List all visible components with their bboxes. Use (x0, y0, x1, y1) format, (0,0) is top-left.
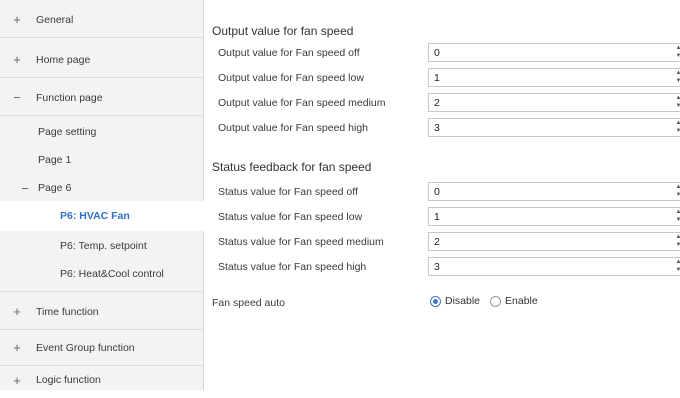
spinner[interactable]: ▲ ▼ (674, 209, 680, 224)
sidebar-item-label: Page 6 (38, 182, 72, 194)
field-label: Status value for Fan speed high (218, 261, 367, 273)
sidebar-item-label: P6: Temp. setpoint (60, 240, 147, 252)
spinner[interactable]: ▲ ▼ (674, 234, 680, 249)
field-label: Status value for Fan speed low (218, 211, 363, 223)
output-low-input[interactable]: 1 ▲ ▼ (428, 68, 680, 87)
field-label: Status value for Fan speed medium (218, 236, 384, 248)
sidebar-item-function-page[interactable]: − Function page (0, 80, 203, 116)
status-section-title: Status feedback for fan speed (212, 160, 372, 174)
fan-speed-auto-radio-group: Disable Enable (430, 295, 548, 307)
expand-icon[interactable]: + (12, 53, 22, 66)
radio-disable[interactable] (430, 295, 441, 307)
expand-icon[interactable]: + (12, 341, 22, 354)
sidebar-item-label: P6: HVAC Fan (60, 210, 130, 222)
sidebar-item-label: General (36, 13, 74, 26)
output-row-low: Output value for Fan speed low 1 ▲ ▼ (212, 66, 680, 90)
field-value[interactable]: 2 (429, 97, 680, 109)
collapse-icon[interactable]: − (12, 91, 22, 104)
sidebar-item-p6-hvac-fan[interactable]: P6: HVAC Fan (0, 201, 205, 231)
sidebar-item-general[interactable]: + General (0, 2, 203, 38)
spinner[interactable]: ▲ ▼ (674, 120, 680, 135)
spin-down-icon[interactable]: ▼ (676, 103, 680, 110)
output-medium-input[interactable]: 2 ▲ ▼ (428, 93, 680, 112)
expand-icon[interactable]: + (12, 13, 22, 26)
status-medium-input[interactable]: 2 ▲ ▼ (428, 232, 680, 251)
spinner[interactable]: ▲ ▼ (674, 70, 680, 85)
spin-up-icon[interactable]: ▲ (676, 95, 680, 102)
spin-up-icon[interactable]: ▲ (676, 70, 680, 77)
sidebar-item-label: Page setting (38, 126, 97, 138)
field-value[interactable]: 1 (429, 72, 680, 84)
output-row-off: Output value for Fan speed off 0 ▲ ▼ (212, 41, 680, 65)
spinner[interactable]: ▲ ▼ (674, 45, 680, 60)
spin-down-icon[interactable]: ▼ (676, 53, 680, 60)
status-low-input[interactable]: 1 ▲ ▼ (428, 207, 680, 226)
fan-speed-auto-label: Fan speed auto (212, 297, 285, 309)
sidebar: + General + Home page − Function page Pa… (0, 0, 205, 390)
sidebar-item-label: P6: Heat&Cool control (60, 267, 164, 280)
spin-down-icon[interactable]: ▼ (676, 267, 680, 274)
radio-disable-label[interactable]: Disable (445, 295, 480, 307)
sidebar-item-label: Event Group function (36, 341, 135, 354)
spin-up-icon[interactable]: ▲ (676, 184, 680, 191)
expand-icon[interactable]: + (12, 305, 22, 318)
spin-up-icon[interactable]: ▲ (676, 259, 680, 266)
sidebar-item-logic-function[interactable]: + Logic function (0, 362, 203, 398)
sidebar-item-home-page[interactable]: + Home page (0, 42, 203, 78)
field-value[interactable]: 3 (429, 122, 680, 134)
sidebar-item-p6-heat-cool-control[interactable]: P6: Heat&Cool control (0, 256, 203, 292)
sidebar-item-label: Logic function (36, 374, 101, 386)
sidebar-item-label: Function page (36, 91, 103, 104)
spinner[interactable]: ▲ ▼ (674, 259, 680, 274)
field-value[interactable]: 2 (429, 236, 680, 248)
spinner[interactable]: ▲ ▼ (674, 95, 680, 110)
field-label: Output value for Fan speed low (218, 72, 364, 84)
status-row-high: Status value for Fan speed high 3 ▲ ▼ (212, 255, 680, 279)
radio-enable-label[interactable]: Enable (505, 295, 538, 307)
fan-speed-auto-row: Fan speed auto Disable Enable (212, 291, 680, 315)
output-section-title: Output value for fan speed (212, 24, 354, 38)
output-off-input[interactable]: 0 ▲ ▼ (428, 43, 680, 62)
status-off-input[interactable]: 0 ▲ ▼ (428, 182, 680, 201)
field-label: Status value for Fan speed off (218, 186, 358, 198)
field-label: Output value for Fan speed high (218, 122, 369, 134)
field-value[interactable]: 1 (429, 211, 680, 223)
sidebar-item-label: Time function (36, 305, 99, 318)
output-row-high: Output value for Fan speed high 3 ▲ ▼ (212, 116, 680, 140)
output-row-medium: Output value for Fan speed medium 2 ▲ ▼ (212, 91, 680, 115)
field-value[interactable]: 3 (429, 261, 680, 273)
field-value[interactable]: 0 (429, 47, 680, 59)
spin-up-icon[interactable]: ▲ (676, 45, 680, 52)
sidebar-item-event-group-function[interactable]: + Event Group function (0, 330, 203, 366)
field-value[interactable]: 0 (429, 186, 680, 198)
status-row-off: Status value for Fan speed off 0 ▲ ▼ (212, 180, 680, 204)
status-high-input[interactable]: 3 ▲ ▼ (428, 257, 680, 276)
field-label: Output value for Fan speed medium (218, 97, 386, 109)
spin-down-icon[interactable]: ▼ (676, 242, 680, 249)
expand-icon[interactable]: + (12, 374, 22, 387)
spin-down-icon[interactable]: ▼ (676, 192, 680, 199)
spin-up-icon[interactable]: ▲ (676, 234, 680, 241)
spinner[interactable]: ▲ ▼ (674, 184, 680, 199)
status-row-medium: Status value for Fan speed medium 2 ▲ ▼ (212, 230, 680, 254)
status-row-low: Status value for Fan speed low 1 ▲ ▼ (212, 205, 680, 229)
sidebar-item-label: Home page (36, 53, 91, 66)
spin-up-icon[interactable]: ▲ (676, 209, 680, 216)
radio-enable[interactable] (490, 295, 502, 307)
output-high-input[interactable]: 3 ▲ ▼ (428, 118, 680, 137)
field-label: Output value for Fan speed off (218, 47, 360, 59)
spin-down-icon[interactable]: ▼ (676, 128, 680, 135)
collapse-icon[interactable]: − (20, 182, 30, 195)
spin-down-icon[interactable]: ▼ (676, 217, 680, 224)
sidebar-item-label: Page 1 (38, 154, 72, 166)
spin-down-icon[interactable]: ▼ (676, 78, 680, 85)
sidebar-item-time-function[interactable]: + Time function (0, 294, 203, 330)
spin-up-icon[interactable]: ▲ (676, 120, 680, 127)
